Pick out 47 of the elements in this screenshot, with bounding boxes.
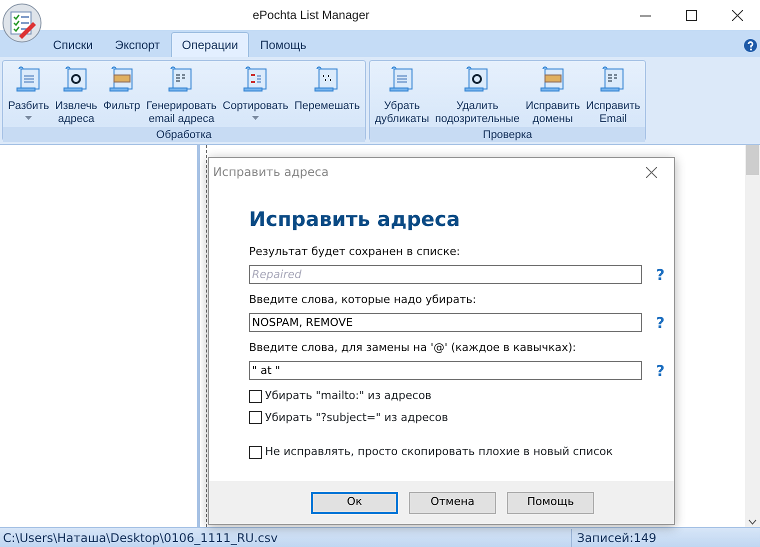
dialog-heading: Исправить адреса	[249, 206, 461, 233]
ribbon-button[interactable]: Исправить домены	[522, 63, 583, 128]
ribbon-button[interactable]: Сортировать	[220, 63, 292, 122]
ribbon-button[interactable]: Исправить Email	[582, 63, 644, 128]
ribbon-tab[interactable]: Списки	[42, 32, 104, 57]
dialog-button[interactable]: Ок	[311, 492, 398, 514]
ribbon-tab[interactable]: Экспорт	[104, 32, 171, 57]
scrollbar-thumb[interactable]	[746, 145, 759, 175]
dialog-button[interactable]: Помощь	[507, 492, 594, 514]
help-icon[interactable]	[744, 39, 757, 52]
field-label: Введите слова, которые надо убирать:	[249, 292, 478, 308]
group-label: Обработка	[3, 127, 365, 142]
window-title: ePochta List Manager	[252, 7, 370, 24]
ribbon-button[interactable]: Удалить подозрительные	[432, 63, 523, 128]
checkbox[interactable]	[249, 390, 262, 403]
scrollbar[interactable]	[745, 145, 760, 527]
input-field[interactable]: NOSPAM, REMOVE	[249, 313, 642, 332]
help-link[interactable]: ?	[656, 264, 665, 286]
ribbon-button[interactable]: Извлечь адреса	[52, 63, 100, 128]
ribbon-button[interactable]: Убрать дубликаты	[372, 63, 432, 128]
input-field[interactable]: " at "	[249, 361, 642, 380]
ribbon-button[interactable]: Перемешать	[291, 63, 363, 115]
field-label: Введите слова, для замены на '@' (каждое в кавычках):	[249, 340, 578, 356]
help-link[interactable]: ?	[656, 360, 665, 382]
close-icon	[732, 10, 742, 20]
caret-icon	[252, 116, 260, 120]
ribbon-button[interactable]: Генерировать email адреса	[143, 63, 220, 128]
help-link[interactable]: ?	[656, 312, 665, 334]
ribbon-button[interactable]: Разбить	[5, 63, 52, 122]
checkbox[interactable]	[249, 411, 262, 424]
checkbox[interactable]	[249, 446, 262, 459]
checkbox-label: Убирать "?subject=" из адресов	[265, 410, 448, 426]
checkbox-label: Не исправлять, просто скопировать плохие в новый список	[265, 444, 613, 460]
file-path: C:\Users\Наташа\Desktop\0106_1111_RU.csv	[0, 528, 572, 546]
dialog-title: Исправить адреса	[213, 164, 329, 181]
ribbon-button[interactable]: Фильтр	[100, 63, 144, 115]
checkbox-label: Убирать "mailto:" из адресов	[265, 388, 432, 404]
record-count: Записей:149	[576, 530, 656, 546]
caret-icon	[25, 116, 32, 120]
field-label: Результат будет сохранен в списке:	[249, 244, 462, 260]
ribbon-tab[interactable]: Помощь	[249, 32, 318, 57]
maximize-icon	[686, 10, 696, 20]
close-icon	[646, 166, 656, 178]
ribbon-tab[interactable]: Операции	[170, 32, 250, 57]
group-label: Проверка	[370, 127, 646, 142]
input-field[interactable]: Repaired	[249, 265, 642, 284]
dialog-button[interactable]: Отмена	[409, 492, 496, 514]
